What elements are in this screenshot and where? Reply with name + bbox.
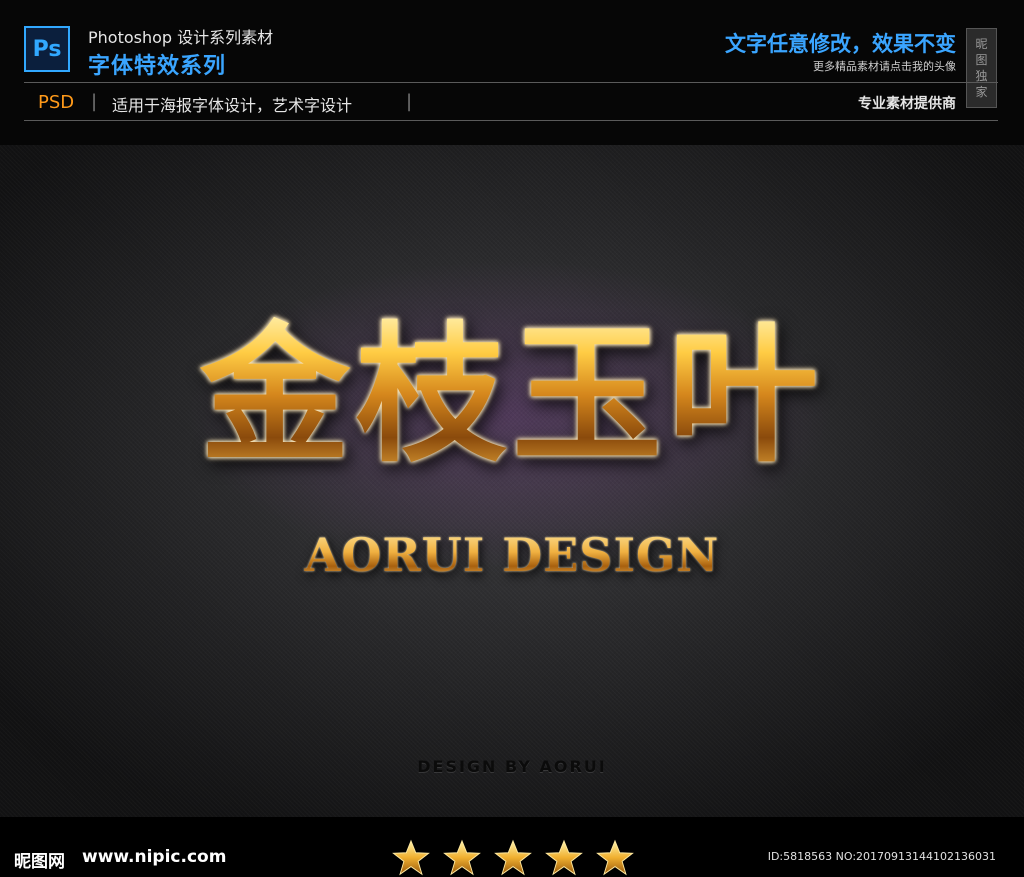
- photoshop-logo-icon: Ps: [24, 26, 70, 72]
- design-credit: DESIGN BY AORUI: [417, 757, 607, 776]
- separator: |: [406, 91, 413, 112]
- star-icon: [392, 839, 430, 876]
- header-more-link[interactable]: 更多精品素材请点击我的头像: [813, 58, 956, 74]
- main-title: 金枝玉叶: [0, 310, 1024, 480]
- nipic-logo[interactable]: 昵图网: [14, 847, 65, 872]
- artwork-canvas: 金枝玉叶 AORUI DESIGN DESIGN BY AORUI: [0, 145, 1024, 817]
- header-bar: Ps Photoshop 设计系列素材 字体特效系列 文字任意修改，效果不变 更…: [0, 0, 1024, 145]
- exclusive-stamp: 昵 图 独 家: [966, 28, 997, 108]
- stamp-char: 昵: [975, 37, 988, 51]
- header-divider-top: [24, 82, 998, 83]
- star-icon: [443, 839, 481, 876]
- usage-description: 适用于海报字体设计，艺术字设计: [112, 96, 353, 115]
- format-label: PSD: [38, 92, 75, 113]
- header-edit-note: 文字任意修改，效果不变: [725, 32, 956, 56]
- nipic-url-link[interactable]: www.nipic.com: [82, 847, 226, 867]
- stamp-char: 图: [975, 53, 988, 67]
- provider-label: 专业素材提供商: [858, 96, 956, 112]
- header-top-title: Photoshop 设计系列素材: [88, 28, 274, 47]
- image-id-text: ID:5818563 NO:20170913144102136031: [767, 850, 996, 863]
- header-divider-bottom: [24, 120, 998, 121]
- poster-page: Ps Photoshop 设计系列素材 字体特效系列 文字任意修改，效果不变 更…: [0, 0, 1024, 877]
- sub-title: AORUI DESIGN: [0, 527, 1024, 583]
- footer-bar: 昵图网 www.nipic.com ID:5818563 NO:20170913…: [0, 817, 1024, 877]
- stamp-char: 家: [975, 85, 988, 99]
- rating-stars: [392, 839, 634, 877]
- header-series-title: 字体特效系列: [88, 54, 227, 79]
- star-icon: [494, 839, 532, 876]
- star-icon: [596, 839, 634, 876]
- star-icon: [545, 839, 583, 876]
- separator: |: [91, 91, 98, 112]
